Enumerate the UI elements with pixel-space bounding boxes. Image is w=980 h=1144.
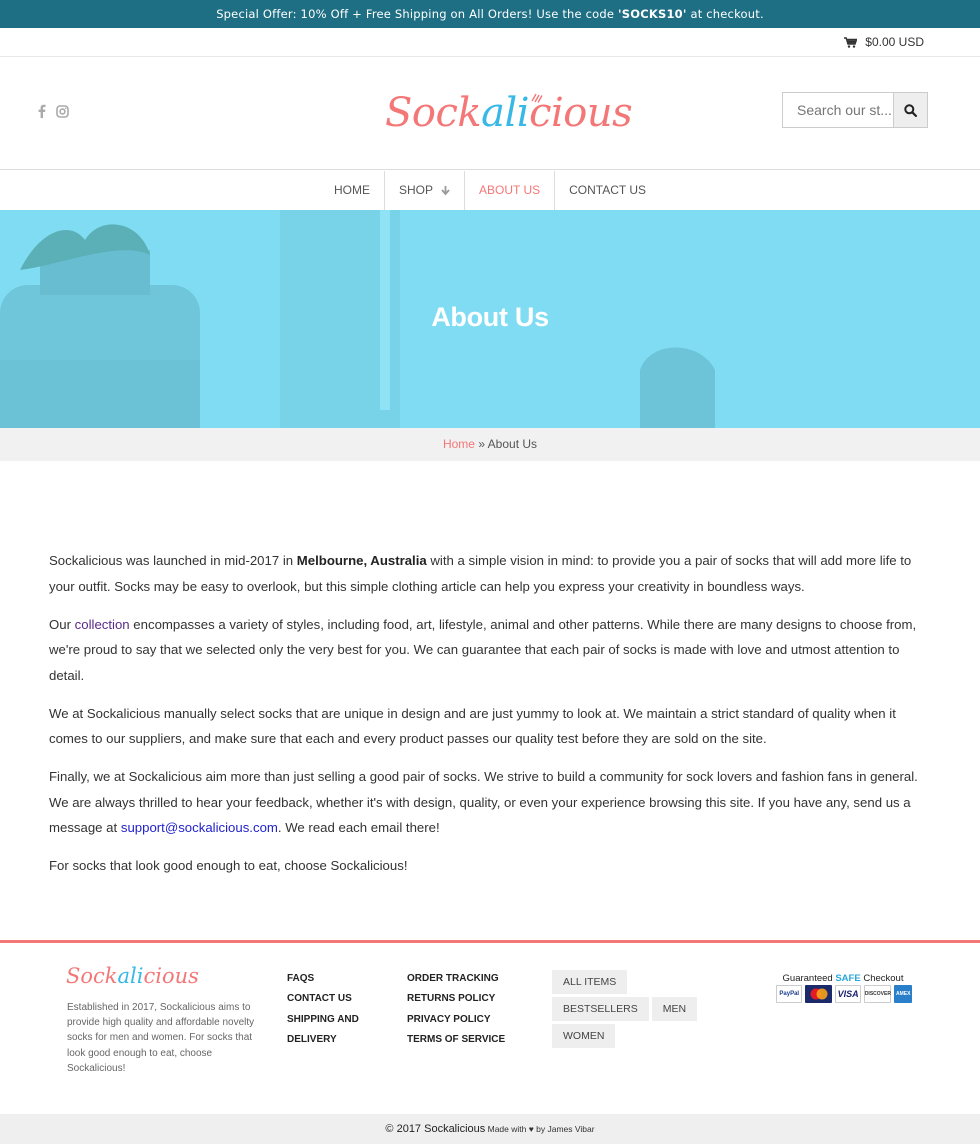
footer-link-privacy[interactable]: PRIVACY POLICY bbox=[407, 1010, 527, 1030]
tag-men[interactable]: MEN bbox=[651, 997, 698, 1021]
hero-banner: About Us bbox=[0, 210, 980, 428]
announcement-text: Special Offer: 10% Off + Free Shipping o… bbox=[216, 7, 619, 21]
search-button[interactable] bbox=[893, 93, 927, 127]
site-header: Sockalicious bbox=[0, 57, 980, 170]
arrow-down-icon bbox=[441, 185, 450, 195]
mastercard-circles-icon bbox=[810, 988, 828, 1000]
safe-checkout-title: Guaranteed SAFE Checkout bbox=[782, 973, 904, 984]
search-icon bbox=[904, 103, 917, 117]
breadcrumb-home[interactable]: Home bbox=[443, 437, 475, 451]
amex-icon: AMEX bbox=[894, 985, 912, 1003]
tag-bestsellers[interactable]: BESTSELLERS bbox=[552, 997, 649, 1021]
discover-icon: DISCOVER bbox=[864, 985, 892, 1003]
tag-women[interactable]: WOMEN bbox=[552, 1024, 616, 1048]
promo-code: 'SOCKS10' bbox=[618, 7, 687, 21]
copyright-bar: © 2017 Sockalicious Made with ♥ by James… bbox=[0, 1114, 980, 1144]
footer-tags: ALL ITEMS BESTSELLERS MEN WOMEN bbox=[552, 970, 722, 1048]
shopping-cart-icon bbox=[844, 36, 858, 48]
payment-cards: PayPal VISA DISCOVER AMEX bbox=[776, 985, 912, 1003]
site-footer: Sockalicious Established in 2017, Sockal… bbox=[0, 943, 980, 1114]
footer-logo[interactable]: Sockalicious bbox=[66, 961, 199, 991]
paragraph: Our collection encompasses a variety of … bbox=[49, 616, 917, 683]
paragraph: For socks that look good enough to eat, … bbox=[49, 858, 408, 873]
social-links bbox=[37, 104, 69, 118]
breadcrumb-current: About Us bbox=[487, 437, 538, 451]
hero-title: About Us bbox=[431, 302, 549, 332]
footer-link-returns[interactable]: RETURNS POLICY bbox=[407, 989, 527, 1009]
copyright-text: © 2017 Sockalicious bbox=[385, 1123, 486, 1135]
announcement-bar: Special Offer: 10% Off + Free Shipping o… bbox=[0, 0, 980, 28]
breadcrumb: Home » About Us bbox=[0, 428, 980, 461]
tag-all-items[interactable]: ALL ITEMS bbox=[552, 970, 628, 994]
instagram-icon[interactable] bbox=[56, 104, 69, 118]
search-box bbox=[782, 92, 928, 128]
nav-contact-us[interactable]: CONTACT US bbox=[554, 171, 660, 210]
about-content: Sockalicious was launched in mid-2017 in… bbox=[49, 548, 934, 891]
footer-link-faqs[interactable]: FAQS bbox=[287, 969, 377, 989]
safe-checkout-badge: Guaranteed SAFE Checkout PayPal VISA DIS… bbox=[776, 973, 912, 1003]
top-bar: $0.00 USD bbox=[0, 28, 980, 57]
footer-link-contact-us[interactable]: CONTACT US bbox=[287, 989, 377, 1009]
search-input[interactable] bbox=[783, 93, 893, 127]
main-nav: HOME SHOP ABOUT US CONTACT US bbox=[0, 171, 980, 210]
paragraph: Finally, we at Sockalicious aim more tha… bbox=[49, 769, 918, 835]
facebook-icon[interactable] bbox=[37, 104, 46, 118]
support-email-link[interactable]: support@sockalicious.com bbox=[121, 820, 278, 835]
announcement-text-end: at checkout. bbox=[686, 7, 764, 21]
collection-link[interactable]: collection bbox=[75, 617, 130, 632]
breadcrumb-separator: » bbox=[474, 437, 488, 451]
nav-about-us[interactable]: ABOUT US bbox=[463, 171, 554, 210]
logo-wordmark: Sockalicious bbox=[385, 90, 633, 136]
visa-icon: VISA bbox=[834, 985, 862, 1003]
cart-link[interactable]: $0.00 USD bbox=[844, 35, 924, 49]
footer-link-order-tracking[interactable]: ORDER TRACKING bbox=[407, 969, 527, 989]
paypal-icon: PayPal bbox=[776, 985, 803, 1003]
sock-stripes-icon bbox=[531, 93, 543, 103]
mastercard-icon bbox=[805, 985, 832, 1003]
footer-links-col2: ORDER TRACKING RETURNS POLICY PRIVACY PO… bbox=[407, 969, 527, 1050]
footer-about-text: Established in 2017, Sockalicious aims t… bbox=[67, 1002, 255, 1074]
footer-links-col1: FAQS CONTACT US SHIPPING AND DELIVERY bbox=[287, 969, 377, 1050]
paragraph: Sockalicious was launched in mid-2017 in… bbox=[49, 553, 912, 594]
cart-amount: $0.00 USD bbox=[865, 35, 924, 49]
paragraph: We at Sockalicious manually select socks… bbox=[49, 705, 896, 747]
nav-home[interactable]: HOME bbox=[320, 171, 384, 210]
footer-link-terms[interactable]: TERMS OF SERVICE bbox=[407, 1030, 527, 1050]
location-text: Melbourne, Australia bbox=[296, 553, 427, 568]
author-credit: by James Vibar bbox=[533, 1124, 595, 1134]
site-logo[interactable]: Sockalicious bbox=[385, 85, 633, 141]
nav-shop[interactable]: SHOP bbox=[383, 171, 464, 210]
footer-link-shipping[interactable]: SHIPPING AND DELIVERY bbox=[287, 1010, 377, 1051]
